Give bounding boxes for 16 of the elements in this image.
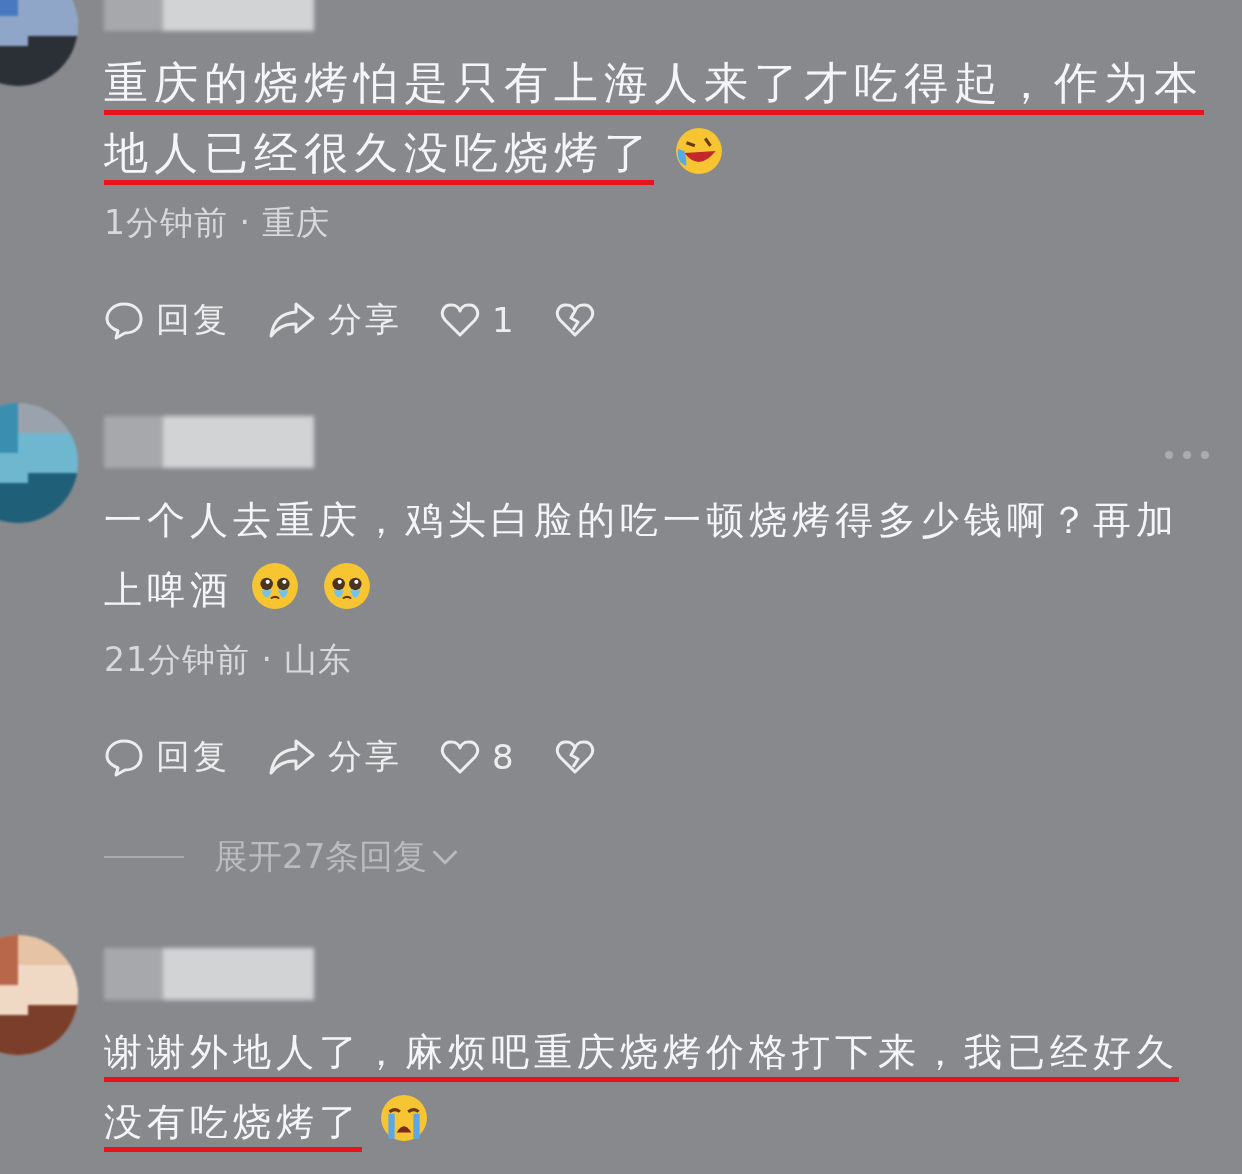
- reply-button[interactable]: 回复: [104, 297, 230, 343]
- speech-bubble-icon: [104, 737, 144, 777]
- like-button[interactable]: 8: [440, 737, 517, 777]
- share-arrow-icon: [268, 300, 316, 340]
- comment-text: 一个人去重庆，鸡头白脸的吃一顿烧烤得多少钱啊？再加上啤酒: [104, 498, 1179, 612]
- comment-text: 谢谢外地人了，麻烦吧重庆烧烤价格打下来，我已经好久没有吃烧烤了: [104, 1030, 1179, 1144]
- reply-button[interactable]: 回复: [104, 734, 230, 780]
- chevron-down-icon: [431, 849, 460, 865]
- like-button[interactable]: 1: [440, 300, 517, 340]
- comment-meta: 1分钟前 · 重庆: [104, 203, 332, 243]
- share-arrow-icon: [268, 737, 316, 777]
- comment-text: 重庆的烧烤怕是只有上海人来了才吃得起，作为本地人已经很久没吃烧烤了: [104, 57, 1204, 178]
- share-button[interactable]: 分享: [268, 297, 402, 343]
- speech-bubble-icon: [104, 300, 144, 340]
- share-button[interactable]: 分享: [268, 734, 402, 780]
- comment-meta: 21分钟前 · 山东: [104, 640, 354, 680]
